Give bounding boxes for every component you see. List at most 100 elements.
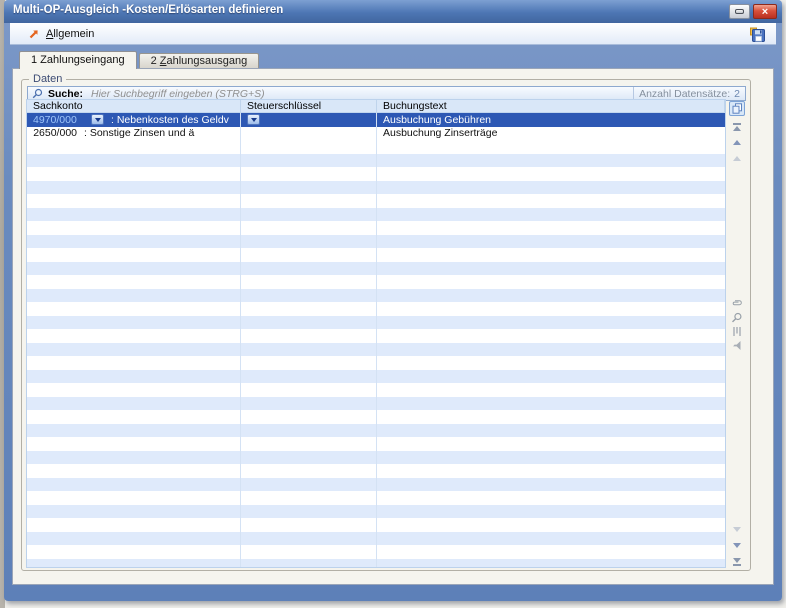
- table-row-empty[interactable]: [27, 424, 725, 438]
- table-row-empty[interactable]: [27, 518, 725, 532]
- table-row-empty[interactable]: [27, 383, 725, 397]
- attachment-icon: [731, 298, 743, 310]
- dock-button[interactable]: [729, 4, 750, 19]
- empty-cell: [377, 356, 725, 370]
- empty-cell: [27, 559, 241, 569]
- empty-cell: [377, 208, 725, 222]
- steuerschluessel-dropdown-button[interactable]: [247, 114, 260, 125]
- scroll-bottom-icon: [733, 558, 741, 563]
- empty-cell: [241, 410, 377, 424]
- empty-cell: [27, 491, 241, 505]
- empty-cell: [241, 559, 377, 569]
- empty-cell: [241, 181, 377, 195]
- table-row[interactable]: 2650/000 : Sonstige Zinsen und ä Ausbuch…: [27, 127, 725, 141]
- empty-cell: [241, 275, 377, 289]
- table-row-empty[interactable]: [27, 410, 725, 424]
- empty-cell: [241, 505, 377, 519]
- grid-rows: 4970/000 : Nebenkosten des Geldv Ausbuch…: [27, 113, 725, 568]
- table-row-empty[interactable]: [27, 478, 725, 492]
- empty-cell: [27, 289, 241, 303]
- empty-cell: [241, 356, 377, 370]
- empty-cell: [377, 545, 725, 559]
- empty-cell: [241, 262, 377, 276]
- column-header-buchungstext[interactable]: Buchungstext: [377, 100, 725, 112]
- table-row-empty[interactable]: [27, 451, 725, 465]
- scroll-down-button[interactable]: [729, 539, 745, 552]
- close-button[interactable]: ×: [753, 4, 777, 19]
- table-row-empty[interactable]: [27, 140, 725, 154]
- data-grid: Sachkonto Steuerschlüssel Buchungstext 4…: [26, 99, 726, 568]
- title-bar[interactable]: Multi-OP-Ausgleich -Kosten/Erlösarten de…: [4, 0, 782, 23]
- daten-groupbox: Daten Suche: Hier Suchbegriff eingeben (…: [21, 79, 751, 571]
- empty-cell: [377, 248, 725, 262]
- chevron-down-icon: [95, 118, 101, 122]
- empty-cell: [241, 208, 377, 222]
- empty-cell: [241, 343, 377, 357]
- empty-cell: [377, 478, 725, 492]
- scroll-up-button[interactable]: [729, 136, 745, 149]
- table-row-selected[interactable]: 4970/000 : Nebenkosten des Geldv Ausbuch…: [27, 113, 725, 127]
- column-header-steuerschluessel[interactable]: Steuerschlüssel: [241, 100, 377, 112]
- table-row-empty[interactable]: [27, 370, 725, 384]
- scroll-down-disabled-icon: [733, 527, 741, 532]
- tab-zahlungseingang[interactable]: 1 Zahlungseingang: [19, 51, 137, 69]
- table-row-empty[interactable]: [27, 235, 725, 249]
- sachkonto-value[interactable]: 2650/000: [33, 127, 77, 139]
- table-row-empty[interactable]: [27, 532, 725, 546]
- table-row-empty[interactable]: [27, 397, 725, 411]
- table-row-empty[interactable]: [27, 194, 725, 208]
- table-row-empty[interactable]: [27, 505, 725, 519]
- table-row-empty[interactable]: [27, 154, 725, 168]
- empty-cell: [241, 491, 377, 505]
- save-button[interactable]: [749, 25, 768, 44]
- empty-cell: [27, 208, 241, 222]
- table-row-empty[interactable]: [27, 437, 725, 451]
- scroll-bottom-button[interactable]: [729, 555, 745, 568]
- table-row-empty[interactable]: [27, 289, 725, 303]
- empty-cell: [241, 235, 377, 249]
- table-row-empty[interactable]: [27, 343, 725, 357]
- record-count-label: Anzahl Datensätze:: [639, 88, 730, 100]
- table-row-empty[interactable]: [27, 275, 725, 289]
- table-row-empty[interactable]: [27, 464, 725, 478]
- empty-cell: [241, 248, 377, 262]
- table-row-empty[interactable]: [27, 491, 725, 505]
- empty-cell: [27, 464, 241, 478]
- buchungstext-cell: Ausbuchung Gebühren: [377, 113, 725, 127]
- dialog-window: Multi-OP-Ausgleich -Kosten/Erlösarten de…: [4, 0, 782, 601]
- scroll-up-disabled-icon: [733, 156, 741, 161]
- sachkonto-value[interactable]: 4970/000: [33, 114, 77, 126]
- scroll-up-page-button[interactable]: [729, 152, 745, 165]
- table-row-empty[interactable]: [27, 262, 725, 276]
- table-row-empty[interactable]: [27, 316, 725, 330]
- table-row-empty[interactable]: [27, 329, 725, 343]
- column-header-sachkonto[interactable]: Sachkonto: [27, 100, 241, 112]
- filter-button[interactable]: [731, 338, 744, 354]
- table-row-empty[interactable]: [27, 208, 725, 222]
- sachkonto-dropdown-button[interactable]: [91, 114, 104, 125]
- buchungstext-value: Ausbuchung Gebühren: [383, 114, 491, 126]
- empty-cell: [27, 356, 241, 370]
- table-row-empty[interactable]: [27, 181, 725, 195]
- empty-cell: [377, 383, 725, 397]
- scroll-down-page-button[interactable]: [729, 523, 745, 536]
- table-row-empty[interactable]: [27, 167, 725, 181]
- empty-cell: [27, 316, 241, 330]
- empty-cell: [27, 383, 241, 397]
- table-row-empty[interactable]: [27, 248, 725, 262]
- empty-cell: [241, 545, 377, 559]
- empty-cell: [241, 518, 377, 532]
- table-row-empty[interactable]: [27, 221, 725, 235]
- empty-cell: [27, 518, 241, 532]
- menu-item-allgemein[interactable]: Allgemein: [22, 23, 100, 45]
- table-row-empty[interactable]: [27, 356, 725, 370]
- empty-cell: [27, 397, 241, 411]
- table-row-empty[interactable]: [27, 302, 725, 316]
- copy-row-button[interactable]: [729, 101, 745, 116]
- empty-cell: [377, 491, 725, 505]
- scroll-top-button[interactable]: [729, 120, 745, 133]
- tab-zahlungsausgang[interactable]: 2 Zahlungsausgang: [139, 53, 260, 69]
- table-row-empty[interactable]: [27, 559, 725, 569]
- table-row-empty[interactable]: [27, 545, 725, 559]
- empty-cell: [241, 302, 377, 316]
